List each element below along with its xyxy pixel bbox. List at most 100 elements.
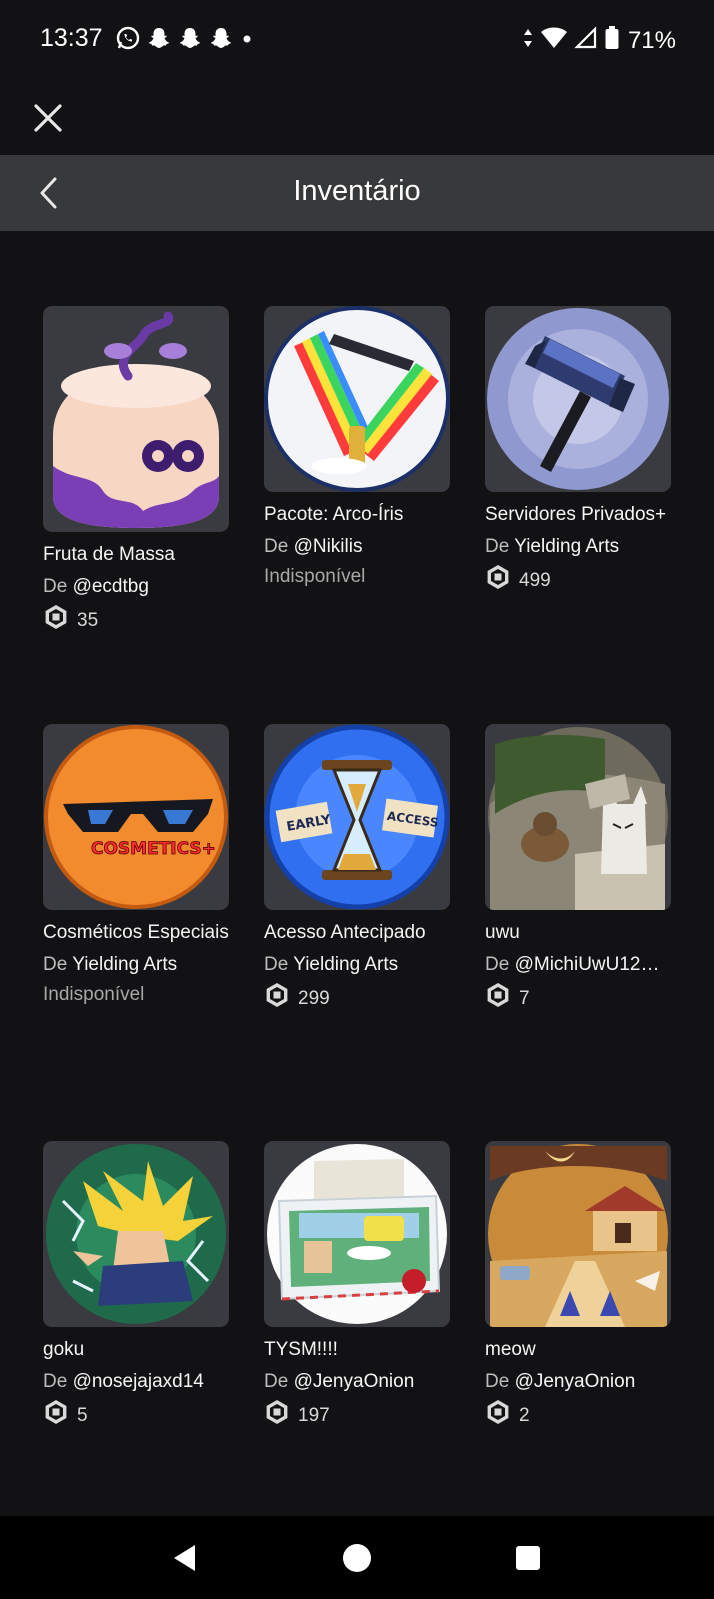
- item-creator: De @MichiUwU12…: [485, 952, 671, 978]
- cats-photo-image: [488, 727, 668, 910]
- price-value: 197: [298, 1405, 330, 1426]
- data-arrows-icon: [522, 26, 534, 55]
- android-nav-bar: [0, 1516, 714, 1599]
- item-thumbnail[interactable]: [485, 306, 671, 492]
- close-row: [0, 80, 714, 154]
- robux-icon: [43, 1399, 69, 1433]
- system-status-icons: 71%: [522, 25, 676, 56]
- snapchat-icon: [178, 26, 202, 50]
- creator-name[interactable]: @JenyaOnion: [515, 1371, 636, 1392]
- home-circle-icon[interactable]: [339, 1540, 375, 1576]
- robux-icon: [43, 604, 69, 638]
- goku-image: [46, 1144, 226, 1324]
- creator-name[interactable]: Yielding Arts: [293, 954, 398, 975]
- postcard-image: [267, 1144, 447, 1324]
- inventory-item-card[interactable]: COSMETICS+ Cosméticos Especiais De Yield…: [43, 724, 229, 1008]
- item-price: 299: [264, 982, 450, 1016]
- close-icon[interactable]: [28, 98, 68, 138]
- by-prefix: De: [43, 954, 68, 975]
- creator-name[interactable]: @JenyaOnion: [294, 1371, 415, 1392]
- creator-name[interactable]: @Nikilis: [294, 536, 363, 557]
- item-name: Cosméticos Especiais: [43, 922, 229, 943]
- creator-name[interactable]: @nosejajaxd14: [73, 1371, 204, 1392]
- inventory-item-card[interactable]: meow De @JenyaOnion 2: [485, 1141, 671, 1433]
- back-triangle-icon[interactable]: [168, 1540, 204, 1576]
- battery-percentage: 71%: [627, 26, 676, 54]
- item-price: 197: [264, 1399, 450, 1433]
- item-name: meow: [485, 1339, 536, 1360]
- inventory-item-card[interactable]: goku De @nosejajaxd14 5: [43, 1141, 229, 1433]
- cosmetics-image: COSMETICS+: [44, 725, 228, 909]
- creator-name[interactable]: Yielding Arts: [72, 954, 177, 975]
- hammer-image: [487, 308, 669, 490]
- item-thumbnail[interactable]: [264, 1141, 450, 1327]
- inventory-item-card[interactable]: Fruta de Massa De @ecdtbg 35: [43, 306, 229, 638]
- item-status: Indisponível: [43, 984, 145, 1005]
- creator-name[interactable]: @ecdtbg: [73, 576, 149, 597]
- snapchat-icon: [209, 26, 233, 50]
- item-thumbnail[interactable]: COSMETICS+: [43, 724, 229, 910]
- inventory-item-card[interactable]: Servidores Privados+ De Yielding Arts 49…: [485, 306, 671, 598]
- item-thumbnail[interactable]: [485, 1141, 671, 1327]
- item-price: 7: [485, 982, 671, 1016]
- early-access-image: EARLY ACCESS: [264, 724, 450, 910]
- creator-name[interactable]: Yielding Arts: [514, 536, 619, 557]
- by-prefix: De: [485, 536, 510, 557]
- item-name: Servidores Privados+: [485, 504, 667, 525]
- price-value: 7: [519, 988, 530, 1009]
- item-name: Acesso Antecipado: [264, 922, 426, 943]
- notification-icons: [116, 26, 254, 50]
- inventory-item-card[interactable]: EARLY ACCESS Acesso Antecipado De Yieldi…: [264, 724, 450, 1016]
- cozy-scene-image: [488, 1144, 668, 1327]
- whatsapp-icon: [116, 26, 140, 50]
- item-name: TYSM!!!!: [264, 1339, 338, 1360]
- item-thumbnail[interactable]: [264, 306, 450, 492]
- inventory-item-card[interactable]: Pacote: Arco-Íris De @Nikilis Indisponív…: [264, 306, 450, 590]
- item-creator: De @JenyaOnion: [485, 1369, 671, 1395]
- item-creator: De @ecdtbg: [43, 574, 229, 600]
- status-time: 13:37: [40, 24, 103, 52]
- price-value: 499: [519, 570, 551, 591]
- inventory-item-card[interactable]: TYSM!!!! De @JenyaOnion 197: [264, 1141, 450, 1433]
- dot-icon: [240, 26, 254, 50]
- robux-icon: [485, 1399, 511, 1433]
- page-title: Inventário: [293, 175, 421, 207]
- rainbow-swords-image: [264, 306, 450, 492]
- item-thumbnail[interactable]: [485, 724, 671, 910]
- by-prefix: De: [264, 1371, 289, 1392]
- price-value: 35: [77, 610, 99, 631]
- robux-icon: [485, 564, 511, 598]
- price-value: 2: [519, 1405, 530, 1426]
- by-prefix: De: [485, 954, 510, 975]
- item-creator: De @nosejajaxd14: [43, 1369, 229, 1395]
- by-prefix: De: [43, 1371, 68, 1392]
- item-price: 5: [43, 1399, 229, 1433]
- item-creator: De Yielding Arts: [43, 952, 229, 978]
- item-name: goku: [43, 1339, 85, 1360]
- item-thumbnail[interactable]: [43, 306, 229, 532]
- item-name: uwu: [485, 922, 520, 943]
- item-price: 2: [485, 1399, 671, 1433]
- item-thumbnail[interactable]: [43, 1141, 229, 1327]
- status-bar: 13:37 71%: [0, 0, 714, 80]
- battery-icon: [604, 25, 620, 56]
- item-status: Indisponível: [264, 566, 366, 587]
- recents-square-icon[interactable]: [510, 1540, 546, 1576]
- price-value: 299: [298, 988, 330, 1009]
- by-prefix: De: [485, 1371, 510, 1392]
- item-price: 499: [485, 564, 671, 598]
- price-value: 5: [77, 1405, 88, 1426]
- page-header: Inventário: [0, 155, 714, 231]
- by-prefix: De: [264, 536, 289, 557]
- by-prefix: De: [264, 954, 289, 975]
- item-price: 35: [43, 604, 229, 638]
- item-thumbnail[interactable]: EARLY ACCESS: [264, 724, 450, 910]
- robux-icon: [264, 982, 290, 1016]
- inventory-item-card[interactable]: uwu De @MichiUwU12… 7: [485, 724, 671, 1016]
- wifi-icon: [540, 26, 568, 55]
- robux-icon: [264, 1399, 290, 1433]
- item-creator: De @Nikilis: [264, 534, 450, 560]
- item-creator: De Yielding Arts: [264, 952, 450, 978]
- creator-name[interactable]: @MichiUwU12…: [515, 954, 660, 975]
- item-name: Pacote: Arco-Íris: [264, 504, 404, 525]
